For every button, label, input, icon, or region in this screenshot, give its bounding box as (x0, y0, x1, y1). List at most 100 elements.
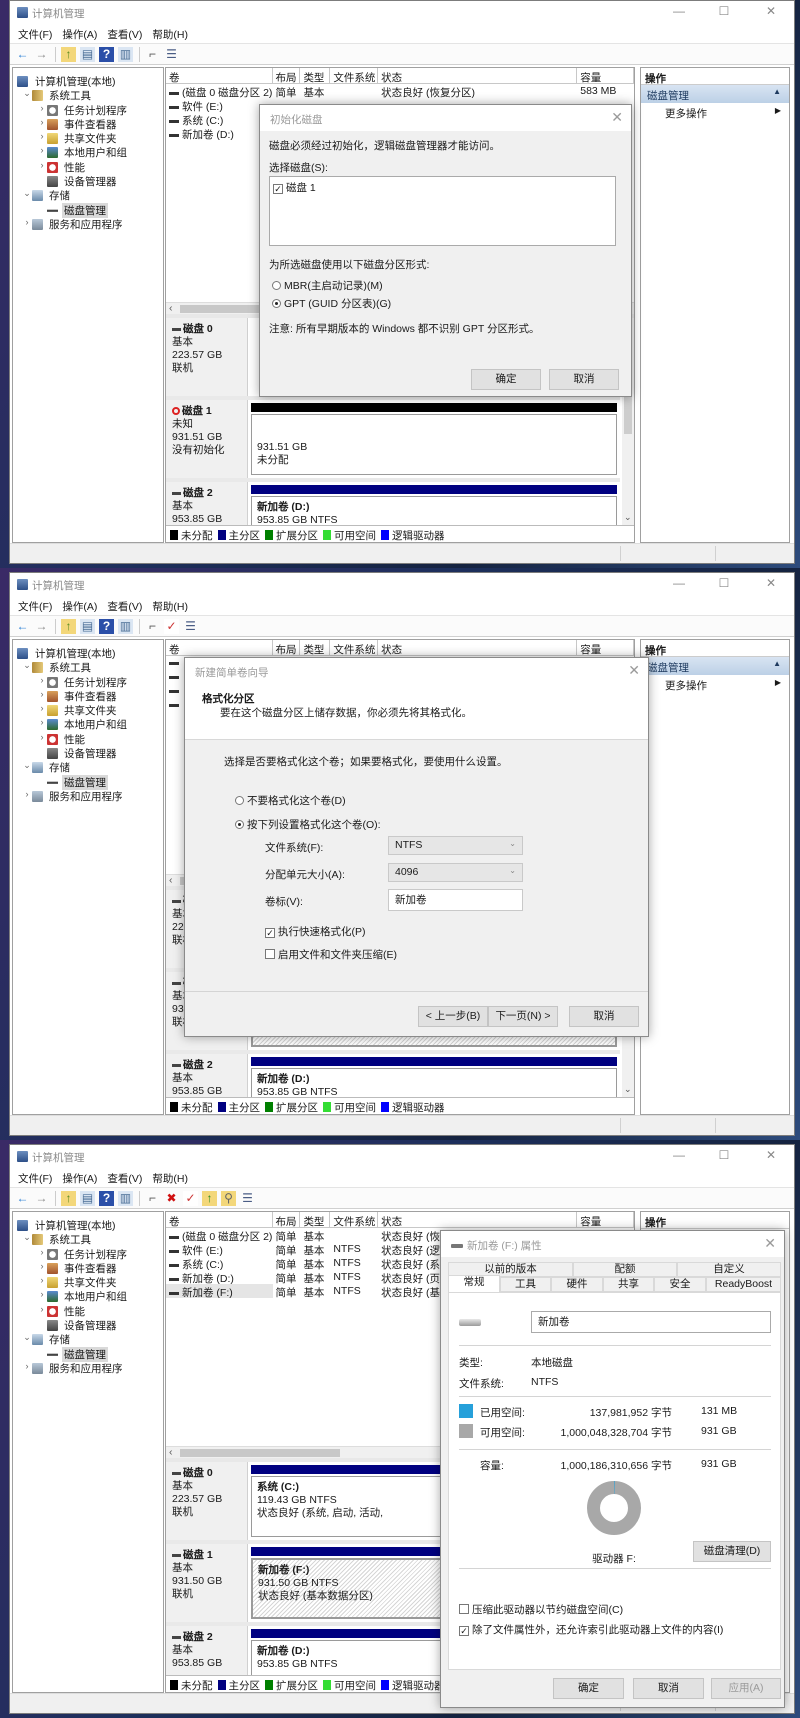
close-icon[interactable]: ✕ (764, 1235, 776, 1252)
chevron-right-icon[interactable]: › (22, 217, 32, 227)
column-header-cell[interactable]: 容量 (577, 1212, 634, 1227)
ok-button[interactable]: 确定 (553, 1678, 624, 1699)
disk-label[interactable]: 磁盘 2 基本 953.85 GB (166, 1054, 248, 1097)
close-icon[interactable]: ✕ (628, 662, 640, 679)
tree-item[interactable]: › 本地用户和组 (13, 1289, 163, 1303)
more-actions-item[interactable]: 更多操作 ▶ (641, 675, 789, 692)
tree-item[interactable]: › 服务和应用程序 (13, 217, 163, 231)
gpt-radio[interactable]: GPT (GUID 分区表)(G) (272, 296, 391, 311)
partition-box[interactable]: 931.51 GB 未分配 (251, 414, 617, 475)
chevron-down-icon[interactable]: ⌄ (22, 88, 32, 99)
menu-view[interactable]: 查看(V) (103, 25, 148, 42)
chevron-right-icon[interactable]: › (37, 717, 47, 727)
tab-2[interactable]: 自定义 (677, 1262, 781, 1277)
chevron-right-icon[interactable]: › (37, 1275, 47, 1285)
cancel-button[interactable]: 取消 (569, 1006, 639, 1027)
column-header-cell[interactable]: 文件系统 (330, 68, 379, 83)
actions-section-disk-management[interactable]: 磁盘管理 ▲ (641, 85, 789, 103)
column-header-cell[interactable]: 布局 (273, 1212, 301, 1227)
column-header-cell[interactable]: 容量 (577, 640, 634, 655)
menu-file[interactable]: 文件(F) (14, 25, 58, 42)
scroll-down-icon[interactable]: ⌄ (624, 1084, 632, 1095)
tree-item[interactable]: 磁盘管理 (13, 774, 163, 790)
partition[interactable]: 931.51 GB 未分配 (251, 403, 617, 475)
scroll-down-icon[interactable]: ⌄ (624, 512, 632, 523)
menu-help[interactable]: 帮助(H) (148, 1169, 194, 1186)
chevron-right-icon[interactable]: › (37, 703, 47, 713)
quick-format-checkbox[interactable]: ✓ 执行快速格式化(P) (265, 924, 366, 939)
connect-icon[interactable]: ⌐ (145, 1191, 160, 1206)
scroll-left-icon[interactable]: ‹ (169, 302, 173, 314)
column-header-cell[interactable]: 文件系统 (330, 1212, 379, 1227)
tab-6[interactable]: 共享 (603, 1277, 654, 1292)
next-button[interactable]: 下一页(N) > (488, 1006, 558, 1027)
volume-name-input[interactable]: 新加卷 (531, 1311, 771, 1333)
tree-item[interactable]: 磁盘管理 (13, 202, 163, 218)
file-system-select[interactable]: NTFS ⌄ (388, 836, 523, 855)
maximize-button[interactable]: ☐ (709, 1148, 739, 1162)
tab-5[interactable]: 硬件 (551, 1277, 603, 1292)
folder-search-icon[interactable]: ⚲ (221, 1191, 236, 1206)
chevron-right-icon[interactable]: › (37, 103, 47, 113)
tree-item[interactable]: ⌄ 系统工具 (13, 88, 163, 102)
up-folder-icon[interactable]: ↑ (61, 47, 76, 62)
chevron-right-icon[interactable]: › (37, 732, 47, 742)
back-arrow-icon[interactable]: ← (15, 619, 30, 634)
action-pane-icon[interactable]: ▥ (118, 1191, 133, 1206)
up-folder-icon[interactable]: ↑ (61, 619, 76, 634)
console-tree-icon[interactable]: ▤ (80, 1191, 95, 1206)
partition-box[interactable]: 新加卷 (D:) 953.85 GB NTFS (251, 496, 617, 525)
tree-item[interactable]: › 任务计划程序 (13, 1247, 163, 1261)
tree-item[interactable]: › 性能 (13, 1304, 163, 1318)
scroll-left-icon[interactable]: ‹ (169, 1446, 173, 1458)
up-folder-icon[interactable]: ↑ (61, 1191, 76, 1206)
cancel-button[interactable]: 取消 (633, 1678, 704, 1699)
column-header-cell[interactable]: 布局 (273, 68, 301, 83)
tab-3[interactable]: 常规 (448, 1275, 500, 1292)
menu-action[interactable]: 操作(A) (58, 597, 103, 614)
menu-view[interactable]: 查看(V) (103, 1169, 148, 1186)
column-header-cell[interactable]: 类型 (300, 1212, 331, 1227)
forward-arrow-icon[interactable]: → (34, 1191, 49, 1206)
tree-item[interactable]: 计算机管理(本地) (13, 74, 163, 88)
disk-label[interactable]: 磁盘 1 未知 931.51 GB 没有初始化 (166, 400, 248, 478)
more-actions-item[interactable]: 更多操作 ▶ (641, 103, 789, 120)
tab-1[interactable]: 配额 (573, 1262, 677, 1277)
maximize-button[interactable]: ☐ (709, 576, 739, 590)
compress-drive-checkbox[interactable]: 压缩此驱动器以节约磁盘空间(C) (459, 1602, 623, 1617)
index-contents-checkbox[interactable]: ✓ 除了文件属性外，还允许索引此驱动器上文件的内容(I) (459, 1622, 723, 1637)
partition-box[interactable]: 新加卷 (D:) 953.85 GB NTFS (251, 1068, 617, 1097)
menu-view[interactable]: 查看(V) (103, 597, 148, 614)
no-format-radio[interactable]: 不要格式化这个卷(D) (235, 793, 346, 808)
tree-item[interactable]: › 任务计划程序 (13, 675, 163, 689)
chevron-right-icon[interactable]: › (37, 117, 47, 127)
menu-help[interactable]: 帮助(H) (148, 597, 194, 614)
tree-item[interactable]: › 服务和应用程序 (13, 1361, 163, 1375)
menu-action[interactable]: 操作(A) (58, 25, 103, 42)
column-header-cell[interactable]: 状态 (378, 640, 578, 655)
menu-action[interactable]: 操作(A) (58, 1169, 103, 1186)
disk-1-checkbox[interactable]: ✓ (273, 184, 283, 194)
mbr-radio[interactable]: MBR(主启动记录)(M) (272, 278, 383, 293)
delete-icon[interactable]: ✖ (164, 1191, 179, 1206)
properties-icon[interactable]: ☰ (240, 1191, 255, 1206)
console-tree-icon[interactable]: ▤ (80, 47, 95, 62)
tree-item[interactable]: › 本地用户和组 (13, 145, 163, 159)
ok-button[interactable]: 确定 (471, 369, 541, 390)
minimize-button[interactable]: — (664, 1148, 694, 1162)
action-pane-icon[interactable]: ▥ (118, 619, 133, 634)
column-header-cell[interactable]: 状态 (378, 1212, 578, 1227)
help-icon[interactable]: ? (99, 1191, 114, 1206)
tree-item[interactable]: › 性能 (13, 160, 163, 174)
compression-checkbox[interactable]: 启用文件和文件夹压缩(E) (265, 947, 397, 962)
tree-item[interactable]: › 共享文件夹 (13, 1275, 163, 1289)
partition[interactable]: 新加卷 (D:) 953.85 GB NTFS (251, 1057, 617, 1097)
disk-label[interactable]: 磁盘 0 基本 223.57 GB 联机 (166, 318, 248, 396)
tree-item[interactable]: ⌄ 存储 (13, 1332, 163, 1346)
disk-cleanup-button[interactable]: 磁盘清理(D) (693, 1541, 771, 1562)
column-header-cell[interactable]: 状态 (378, 68, 578, 83)
tree-item[interactable]: › 共享文件夹 (13, 131, 163, 145)
folder-up-icon[interactable]: ↑ (202, 1191, 217, 1206)
menu-help[interactable]: 帮助(H) (148, 25, 194, 42)
disk-listbox[interactable]: ✓ 磁盘 1 (269, 176, 616, 246)
